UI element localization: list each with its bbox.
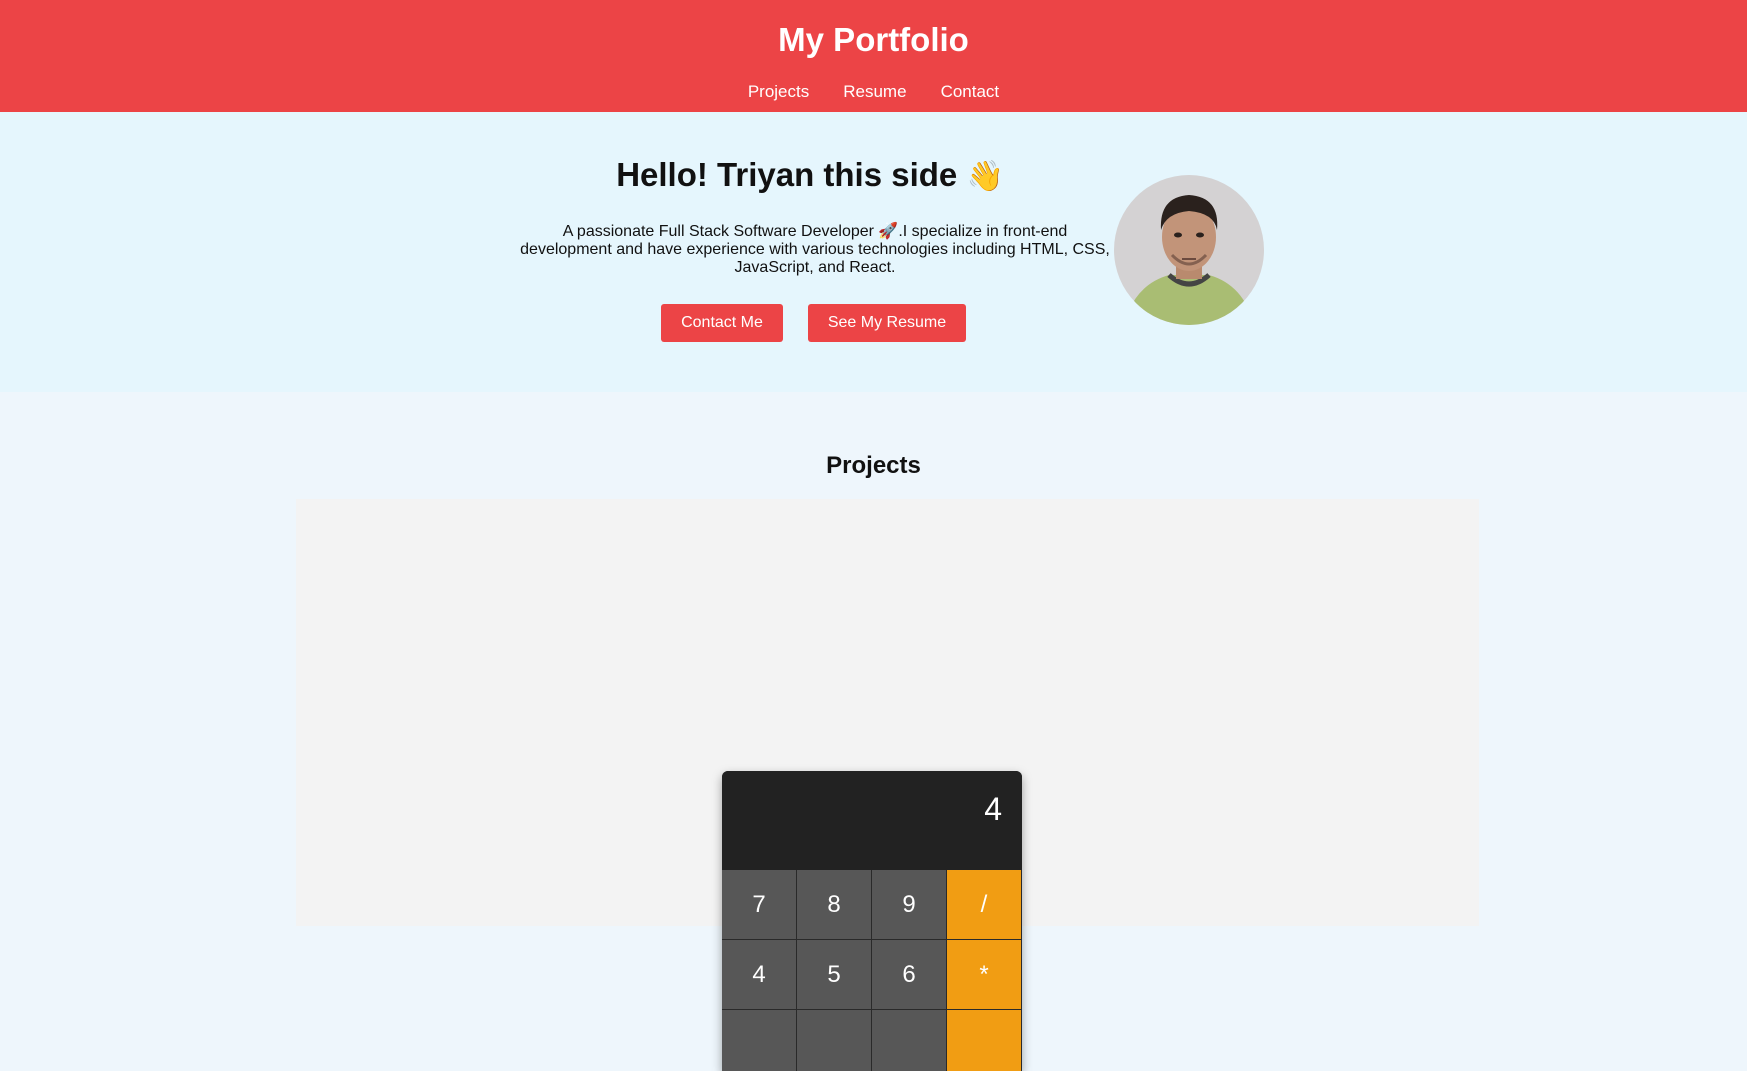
waving-hand-icon: 👋 [966,160,1004,193]
calculator-keypad: 7 8 9 / 4 5 6 * [722,870,1022,1071]
projects-heading: Projects [826,452,921,479]
main-nav: Projects Resume Contact [0,82,1747,102]
projects-section: Projects 4 7 8 9 / 4 5 6 * [0,392,1747,1071]
calculator-display: 4 [722,771,1022,870]
key-8[interactable]: 8 [797,870,871,939]
see-resume-button[interactable]: See My Resume [808,304,966,342]
key-5[interactable]: 5 [797,940,871,1009]
nav-link-projects[interactable]: Projects [748,82,809,102]
key-row3-3[interactable] [872,1010,946,1071]
project-preview-card: 4 7 8 9 / 4 5 6 * [296,499,1479,1071]
site-title: My Portfolio [778,21,969,58]
nav-link-contact[interactable]: Contact [941,82,1000,102]
hero-greeting: Hello! Triyan this side 👋 [560,156,1060,194]
key-7[interactable]: 7 [722,870,796,939]
key-row3-1[interactable] [722,1010,796,1071]
key-multiply[interactable]: * [947,940,1021,1009]
profile-photo [1114,175,1264,325]
profile-avatar [1114,175,1264,325]
calculator-widget: 4 7 8 9 / 4 5 6 * [722,771,1022,1071]
hero-description: A passionate Full Stack Software Develop… [520,223,1110,276]
key-row3-2[interactable] [797,1010,871,1071]
key-row3-op[interactable] [947,1010,1021,1071]
key-divide[interactable]: / [947,870,1021,939]
contact-me-button[interactable]: Contact Me [661,304,783,342]
nav-link-resume[interactable]: Resume [843,82,906,102]
key-6[interactable]: 6 [872,940,946,1009]
greeting-text: Hello! Triyan this side [616,156,958,193]
key-9[interactable]: 9 [872,870,946,939]
key-4[interactable]: 4 [722,940,796,1009]
hero-section: Hello! Triyan this side 👋 A passionate F… [0,112,1747,392]
site-header: My Portfolio Projects Resume Contact [0,0,1747,112]
